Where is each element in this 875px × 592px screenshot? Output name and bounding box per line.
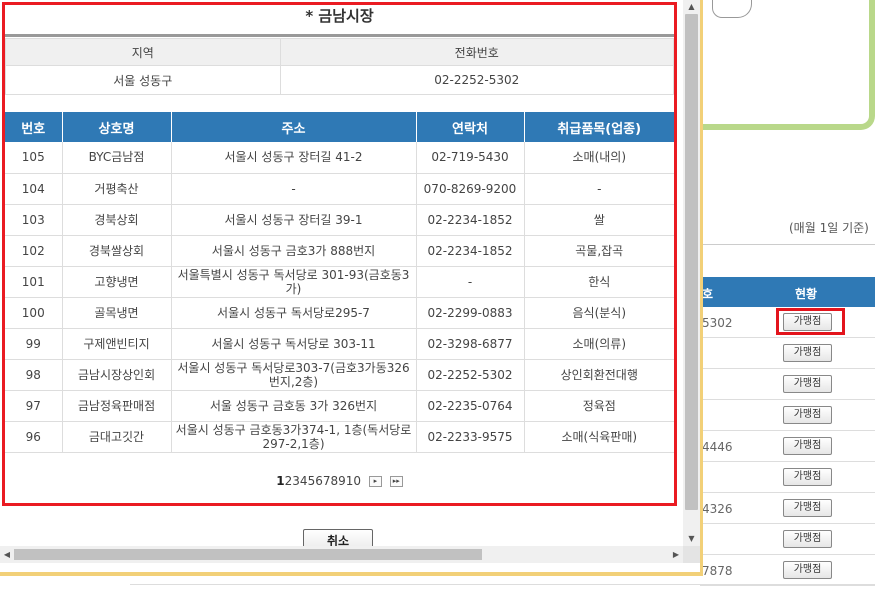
phone-fragment: 5302 [702, 316, 733, 330]
background-table-header: 호 현황 [700, 277, 875, 307]
highlight-box [776, 308, 845, 335]
list-item: 가맹점 [700, 369, 875, 400]
member-store-button[interactable]: 가맹점 [783, 437, 832, 455]
scroll-left-icon[interactable]: ◀ [0, 546, 14, 563]
list-item: 가맹점 [700, 400, 875, 431]
member-store-button[interactable]: 가맹점 [783, 344, 832, 362]
background-map-panel [700, 0, 875, 130]
popup-content: * 금남시장 지역 전화번호 서울 성동구 02-2252-5302 번호 상호… [0, 0, 683, 546]
member-store-button[interactable]: 가맹점 [783, 561, 832, 579]
member-store-button[interactable]: 가맹점 [783, 406, 832, 424]
horizontal-scroll-thumb[interactable] [14, 549, 482, 560]
member-store-button[interactable]: 가맹점 [783, 375, 832, 393]
list-item: 가맹점 [700, 338, 875, 369]
list-item: 가맹점 [700, 462, 875, 493]
scroll-down-icon[interactable]: ▼ [683, 532, 700, 546]
column-phone-fragment: 호 [702, 287, 714, 301]
map-region-shape [712, 0, 752, 18]
cancel-button[interactable]: 취소 [303, 529, 373, 546]
member-store-button[interactable]: 가맹점 [783, 499, 832, 517]
baseline-note: (매월 1일 기준) [789, 221, 869, 235]
member-store-button[interactable]: 가맹점 [783, 530, 832, 548]
list-item: 4446 가맹점 [700, 431, 875, 462]
market-popup-window: * 금남시장 지역 전화번호 서울 성동구 02-2252-5302 번호 상호… [0, 0, 703, 576]
list-item: 4326 가맹점 [700, 493, 875, 524]
list-item: 가맹점 [700, 524, 875, 555]
phone-fragment: 7878 [702, 564, 733, 578]
list-item: 7878 가맹점 [700, 555, 875, 586]
scrollbar-corner [683, 546, 700, 563]
highlight-frame [2, 2, 677, 506]
scroll-up-icon[interactable]: ▲ [683, 0, 700, 14]
member-store-button[interactable]: 가맹점 [783, 468, 832, 486]
scroll-right-icon[interactable]: ▶ [669, 546, 683, 563]
divider [700, 244, 875, 245]
screen: (매월 1일 기준) 호 현황 5302 가맹점 가맹점 가맹점 가맹점 4446 가맹점 가… [0, 0, 875, 592]
vertical-scroll-thumb[interactable] [685, 14, 698, 510]
horizontal-scrollbar[interactable]: ◀ ▶ [0, 546, 683, 563]
column-status: 현황 [795, 287, 818, 301]
vertical-scrollbar[interactable]: ▲ ▼ [683, 0, 700, 546]
phone-fragment: 4446 [702, 440, 733, 454]
phone-fragment: 4326 [702, 502, 733, 516]
background-table-body: 5302 가맹점 가맹점 가맹점 가맹점 4446 가맹점 가맹점 4326 가맹점 가맹점 7878… [700, 307, 875, 586]
bottom-divider [130, 584, 875, 585]
